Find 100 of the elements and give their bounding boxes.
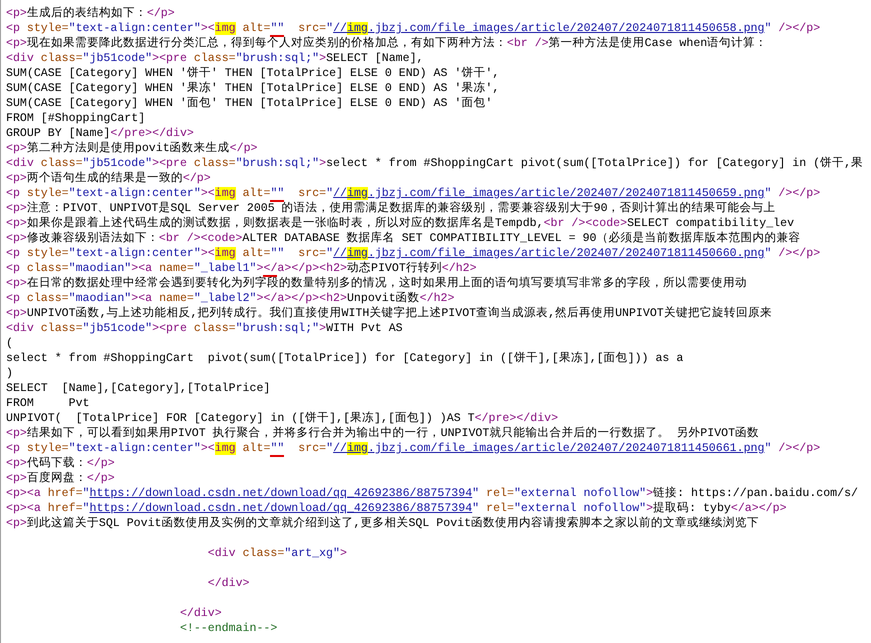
comment: <!--endmain--> — [180, 622, 278, 635]
html-tag: /></p> — [778, 442, 820, 455]
text-content: FROM [#ShoppingCart] — [6, 112, 146, 125]
attribute-name: src= — [298, 187, 326, 200]
link[interactable]: // — [333, 442, 348, 455]
html-tag: > — [340, 547, 347, 560]
link[interactable]: .jbzj.com/file_images/article/202407/2024071811450658.png — [368, 22, 764, 35]
attribute-name: alt= — [242, 247, 270, 260]
text-content: ALTER DATABASE 数据库名 SET COMPATIBILITY_LEVEL = 90（必须是当前数据库版本范围内的兼容 — [242, 232, 800, 245]
attribute-name: rel= — [486, 502, 514, 515]
link[interactable]: // — [333, 247, 348, 260]
search-highlight[interactable]: img — [347, 22, 368, 35]
attribute-value: "text-align:center" — [68, 22, 201, 35]
text-content: 链接: https://pan.baidu.com/s/ — [653, 487, 858, 500]
link[interactable]: .jbzj.com/file_images/article/202407/2024071811450660.png — [368, 247, 764, 260]
html-tag: <div — [208, 547, 243, 560]
text-content: ( — [6, 337, 13, 350]
html-tag: </a></p> — [730, 502, 787, 515]
attribute-value: "_label2" — [194, 292, 257, 305]
html-tag: ><pre — [152, 157, 194, 170]
attribute-name: class= — [26, 262, 69, 275]
html-tag: >< — [200, 442, 215, 455]
html-tag: ></a></p><h2> — [256, 292, 347, 305]
html-tag: <p — [6, 292, 27, 305]
attribute-value: " — [82, 487, 90, 500]
attribute-name: style= — [26, 187, 69, 200]
html-tag: <p><a — [6, 487, 48, 500]
attribute-name: alt= — [242, 442, 270, 455]
html-tag: /></p> — [778, 247, 820, 260]
link[interactable]: https://download.csdn.net/download/qq_42692386/88757394 — [90, 502, 472, 515]
attribute-value: "" — [270, 187, 284, 202]
attribute-value: "" — [270, 442, 284, 457]
html-tag: <div — [6, 52, 41, 65]
html-tag: <p> — [6, 427, 27, 440]
html-tag: <p — [6, 22, 27, 35]
text-content: 提取码: tyby — [653, 502, 731, 515]
html-tag: /></p> — [778, 187, 820, 200]
attribute-value: " — [326, 247, 334, 260]
text-content: 第一种方法是使用Case when语句计算： — [548, 37, 768, 50]
text-content: SELECT [Name],[Category],[TotalPrice] — [6, 382, 270, 395]
html-tag: </h2> — [442, 262, 477, 275]
html-tag: > — [646, 502, 654, 515]
attribute-name: src= — [298, 247, 326, 260]
link[interactable]: // — [333, 187, 348, 200]
attribute-value: "" — [270, 22, 284, 37]
link[interactable]: // — [333, 22, 348, 35]
attribute-value: "maodian" — [68, 292, 132, 305]
attribute-value: "text-align:center" — [68, 247, 201, 260]
html-tag: ><pre — [152, 322, 194, 335]
attribute-value: "jb51code" — [82, 157, 152, 170]
html-tag: </p> — [230, 142, 258, 155]
link[interactable]: .jbzj.com/file_images/article/202407/2024071811450661.png — [368, 442, 764, 455]
attribute-value: " — [764, 247, 772, 260]
html-tag: >< — [200, 187, 215, 200]
text-content: UNPIVOT函数,与上述功能相反,把列转成行。我们直接使用WITH关键字把上述PIVOT查询当成源表,然后再使用UNPIVOT关键把它旋转回原来 — [26, 307, 772, 320]
text-content: 现在如果需要降此数据进行分类汇总，得到每个人对应类别的价格加总，有如下两种方法： — [26, 37, 507, 50]
attribute-value: "brush:sql;" — [236, 157, 320, 170]
text-content: 第二种方法则是使用povit函数来生成 — [26, 142, 230, 155]
search-highlight[interactable]: img — [347, 247, 368, 260]
html-tag: <p — [6, 262, 27, 275]
text-content: 在日常的数据处理中经常会遇到要转化为列字段的数量特别多的情况，这时如果用上面的语句填写要填写非常多的字段，所以需要使用动 — [26, 277, 747, 290]
html-tag: <br /><code> — [158, 232, 242, 245]
attribute-value: "_label1" — [194, 262, 257, 275]
attribute-name: class= — [40, 322, 83, 335]
attribute-name: style= — [26, 247, 69, 260]
attribute-name: name= — [159, 262, 194, 275]
attribute-name: src= — [298, 442, 326, 455]
attribute-name: class= — [194, 52, 236, 65]
attribute-name: href= — [48, 487, 83, 500]
search-highlight[interactable]: img — [347, 187, 368, 200]
text-content: WITH Pvt AS — [326, 322, 403, 335]
html-tag: <p> — [6, 307, 27, 320]
attribute-name: rel= — [486, 487, 514, 500]
html-tag: ><pre — [152, 52, 194, 65]
search-highlight[interactable]: img — [347, 442, 368, 455]
link[interactable]: .jbzj.com/file_images/article/202407/2024071811450659.png — [368, 187, 764, 200]
text-content: 生成后的表结构如下： — [26, 7, 147, 20]
attribute-value: " — [764, 187, 772, 200]
attribute-value: "art_xg" — [284, 547, 340, 560]
attribute-name: class= — [40, 157, 83, 170]
text-content: UNPIVOT( [TotalPrice] FOR [Category] in ([饼干],[果冻],[面包]) )AS T — [6, 412, 475, 425]
html-tag: <p — [6, 187, 27, 200]
html-tag: ><a — [131, 262, 160, 275]
html-tag: <p — [6, 247, 27, 260]
html-tag: </p> — [86, 472, 115, 485]
html-tag: ><a — [131, 292, 160, 305]
attribute-value: " — [764, 442, 772, 455]
html-tag: >< — [200, 22, 215, 35]
html-tag: </ — [263, 262, 278, 277]
html-tag: > — [319, 322, 326, 335]
text-content: select * from #ShoppingCart pivot(sum([TotalPrice]) for [Category] in ([饼干],[果冻],[面包])) as a — [6, 352, 684, 365]
html-tag: >< — [200, 247, 215, 260]
attribute-value: " — [326, 22, 334, 35]
text-content: Unpovit函数 — [346, 292, 420, 305]
text-content: SUM(CASE [Category] WHEN '果冻' THEN [TotalPrice] ELSE 0 END) AS '果冻', — [6, 82, 500, 95]
html-tag: </pre></div> — [474, 412, 558, 425]
html-tag: <p> — [6, 517, 27, 530]
link[interactable]: https://download.csdn.net/download/qq_42692386/88757394 — [90, 487, 472, 500]
search-highlight: img — [214, 22, 236, 35]
html-tag: <p — [6, 442, 27, 455]
